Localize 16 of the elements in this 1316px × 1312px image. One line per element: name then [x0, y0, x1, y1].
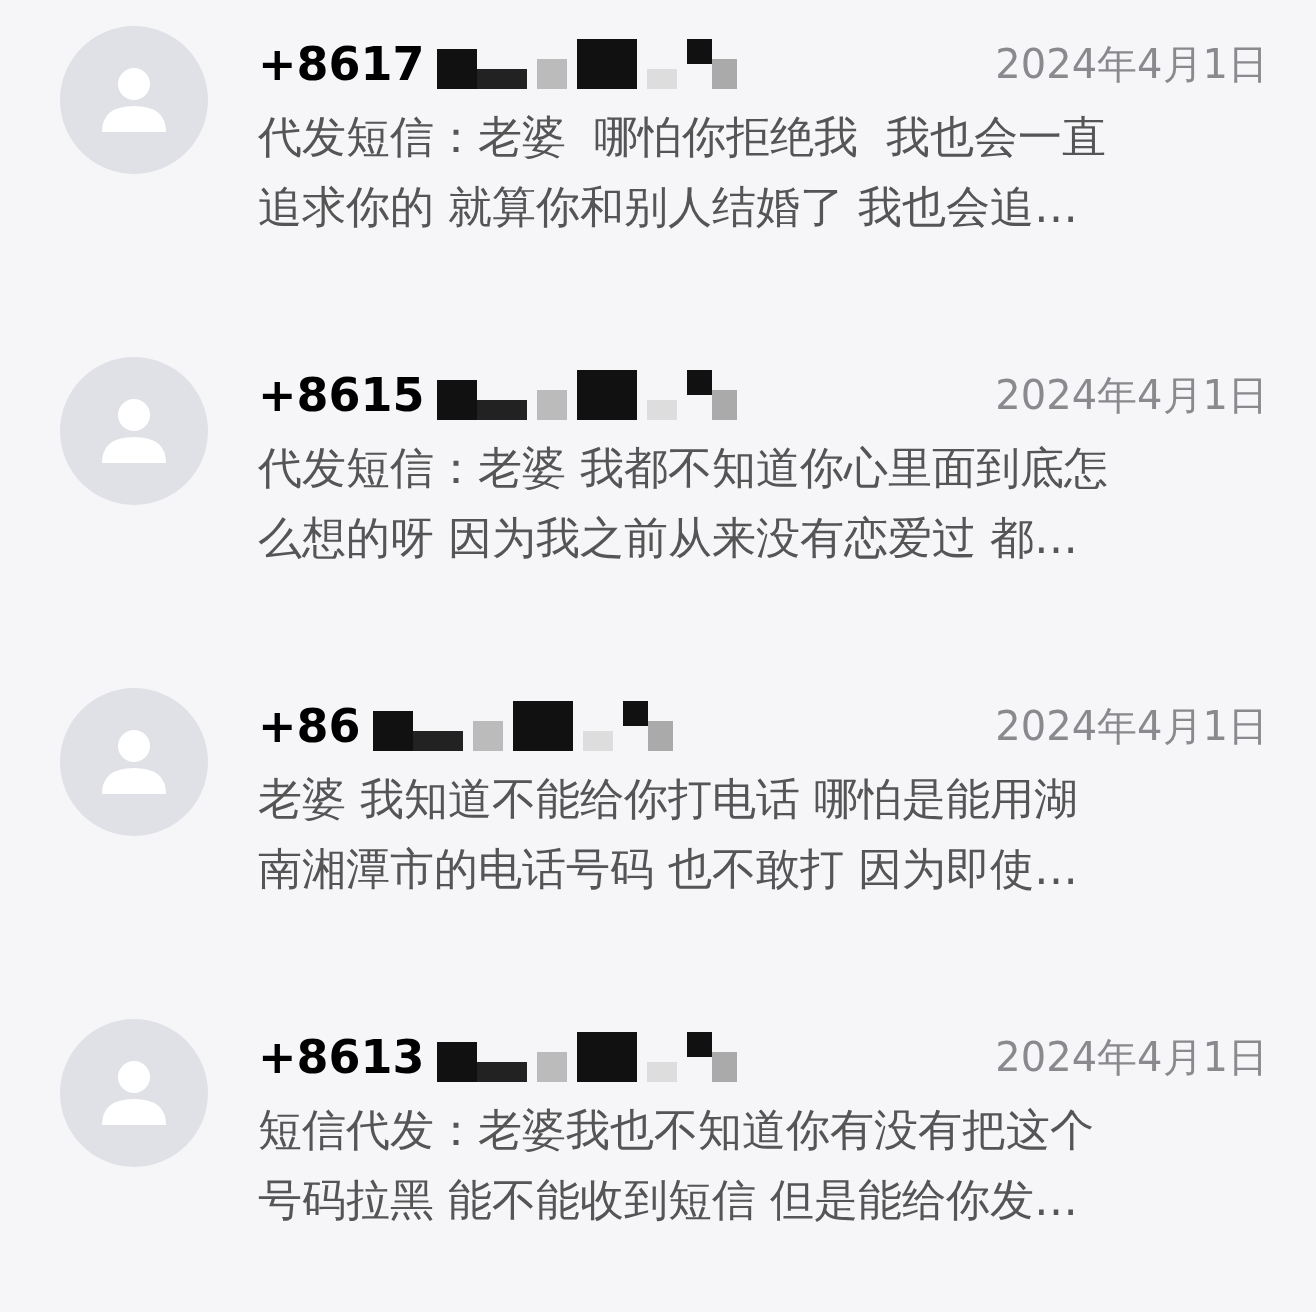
sender-number: +8617	[258, 35, 425, 93]
message-preview: 短信代发：老婆我也不知道你有没有把这个 号码拉黑 能不能收到短信 但是能给你发…	[258, 1103, 1095, 1227]
sender-number: +86	[258, 697, 361, 755]
message-date: 2024年4月1日	[995, 1033, 1268, 1082]
sender-number: +8613	[258, 1028, 425, 1086]
sender-number: +8615	[258, 366, 425, 424]
message-list-item[interactable]: +8615 2024年4月1日 代发短信：老婆 我都不知道你心里面到底怎 么想的呀 因为我之前从来没有恋爱过 都…	[0, 331, 1316, 662]
message-date: 2024年4月1日	[995, 40, 1268, 89]
message-list-item[interactable]: +8617 2024年4月1日 代发短信：老婆 哪怕你拒绝我 我也会一直 追求你的 就算你和别人结婚了 我也会追…	[0, 0, 1316, 331]
message-date: 2024年4月1日	[995, 371, 1268, 420]
message-date: 2024年4月1日	[995, 702, 1268, 751]
message-preview: 老婆 我知道不能给你打电话 哪怕是能用湖 南湘潭市的电话号码 也不敢打 因为即使…	[258, 772, 1079, 896]
message-list-item[interactable]: +86 2024年4月1日 老婆 我知道不能给你打电话 哪怕是能用湖 南湘潭市的电话号码 也不敢打 因为即使…	[0, 662, 1316, 993]
message-list-item[interactable]: +8613 2024年4月1日 短信代发：老婆我也不知道你有没有把这个 号码拉黑 能不能收到短信 但是能给你发…	[0, 993, 1316, 1312]
message-preview: 代发短信：老婆 我都不知道你心里面到底怎 么想的呀 因为我之前从来没有恋爱过 都…	[258, 441, 1109, 565]
message-preview: 代发短信：老婆 哪怕你拒绝我 我也会一直 追求你的 就算你和别人结婚了 我也会追…	[258, 110, 1107, 234]
